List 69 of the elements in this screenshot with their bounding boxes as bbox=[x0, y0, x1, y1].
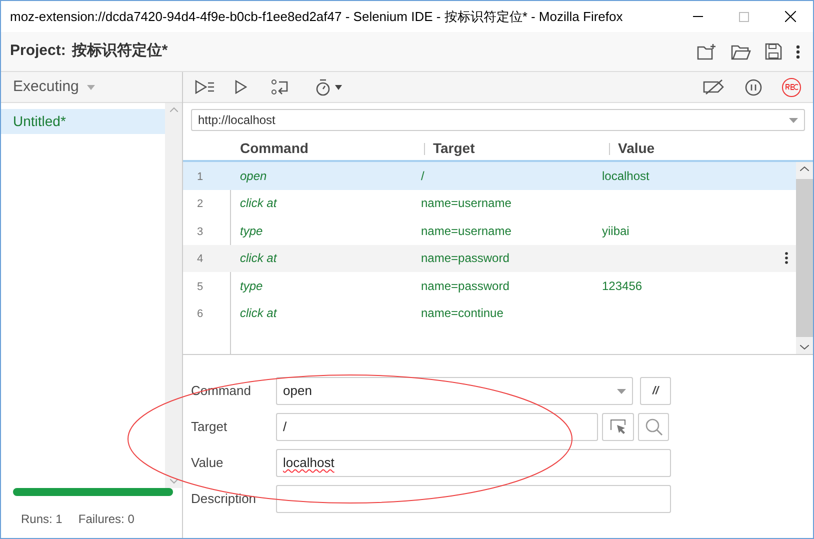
column-header[interactable]: Value bbox=[618, 140, 655, 156]
table-row[interactable]: 4 click at name=password bbox=[183, 244, 796, 272]
target-cell: name=username bbox=[421, 196, 512, 210]
folder-icon[interactable] bbox=[731, 44, 751, 60]
table-row[interactable]: 2 click at name=username bbox=[183, 190, 796, 217]
step-icon[interactable] bbox=[271, 79, 289, 95]
caret-icon bbox=[617, 388, 626, 394]
play-icon[interactable] bbox=[235, 80, 247, 94]
target-field[interactable]: / bbox=[276, 413, 598, 441]
save-icon[interactable] bbox=[765, 43, 782, 60]
close-icon[interactable] bbox=[784, 11, 796, 22]
runs-count: Runs: 1 bbox=[21, 511, 62, 528]
url-dropdown[interactable]: http://localhost bbox=[191, 109, 805, 131]
command-cell: type bbox=[240, 224, 263, 238]
line-number: 3 bbox=[197, 226, 204, 238]
field-label: Value bbox=[191, 454, 224, 472]
value-field[interactable]: localhost bbox=[276, 449, 671, 477]
scrollbar[interactable] bbox=[796, 162, 813, 354]
comment-button[interactable]: // bbox=[640, 377, 671, 405]
caret-icon[interactable] bbox=[335, 84, 342, 90]
pause-icon[interactable] bbox=[745, 78, 762, 96]
run-all-icon[interactable] bbox=[195, 80, 215, 94]
window-title: moz-extension://dcda7420-94d4-4f9e-b0cb-f1ee8ed2af47 - Selenium IDE - 按标识符定位* - Mozilla Firefox bbox=[9, 8, 623, 26]
scrollbar-thumb[interactable] bbox=[796, 179, 813, 337]
target-cell: name=password bbox=[421, 251, 510, 266]
table-row[interactable]: 5 type name=password 123456 bbox=[183, 272, 796, 300]
project-name[interactable]: 按标识符定位* bbox=[72, 40, 168, 63]
line-number: 2 bbox=[197, 198, 204, 210]
target-cell: / bbox=[421, 168, 424, 183]
record-icon[interactable] bbox=[782, 78, 801, 96]
more-icon[interactable] bbox=[785, 252, 788, 264]
target-cell: name=continue bbox=[421, 306, 504, 320]
description-field[interactable] bbox=[276, 485, 671, 513]
line-number: 5 bbox=[197, 280, 204, 292]
maximize-icon bbox=[739, 12, 749, 22]
table-row[interactable]: 3 type name=username yiibai bbox=[183, 217, 796, 244]
command-cell: click at bbox=[240, 196, 277, 210]
line-number: 4 bbox=[197, 253, 204, 265]
project-label: Project: bbox=[10, 41, 66, 62]
search-button[interactable] bbox=[638, 413, 669, 441]
caret-icon bbox=[86, 84, 95, 90]
test-item[interactable]: Untitled* bbox=[1, 109, 165, 134]
value-cell: yiibai bbox=[602, 224, 630, 238]
search-icon bbox=[644, 418, 662, 436]
command-cell: click at bbox=[240, 251, 277, 266]
target-cell: name=password bbox=[421, 278, 510, 293]
value-cell: 123456 bbox=[602, 278, 642, 293]
field-label: Target bbox=[191, 418, 228, 436]
caret-icon bbox=[789, 118, 798, 122]
breakpoint-off-icon[interactable] bbox=[703, 79, 725, 95]
new-folder-icon[interactable] bbox=[697, 42, 717, 60]
select-target-button[interactable] bbox=[602, 413, 634, 441]
column-header[interactable]: Target bbox=[433, 138, 475, 159]
timer-icon[interactable] bbox=[315, 78, 331, 96]
target-cell: name=username bbox=[421, 224, 512, 238]
line-number: 1 bbox=[197, 170, 204, 182]
line-number: 6 bbox=[197, 308, 204, 320]
more-icon[interactable] bbox=[796, 44, 800, 58]
table-row[interactable]: 1 open / localhost bbox=[183, 162, 796, 190]
command-cell: open bbox=[240, 168, 267, 183]
failures-count: Failures: 0 bbox=[78, 511, 134, 528]
column-header[interactable]: Command bbox=[240, 138, 308, 159]
field-label: Description bbox=[191, 490, 258, 508]
value-cell: localhost bbox=[602, 168, 650, 183]
command-field[interactable]: open bbox=[276, 377, 633, 405]
command-cell: click at bbox=[240, 306, 277, 320]
cursor-icon bbox=[610, 419, 626, 435]
command-cell: type bbox=[240, 278, 263, 293]
table-row[interactable]: 6 click at name=continue bbox=[183, 300, 796, 327]
